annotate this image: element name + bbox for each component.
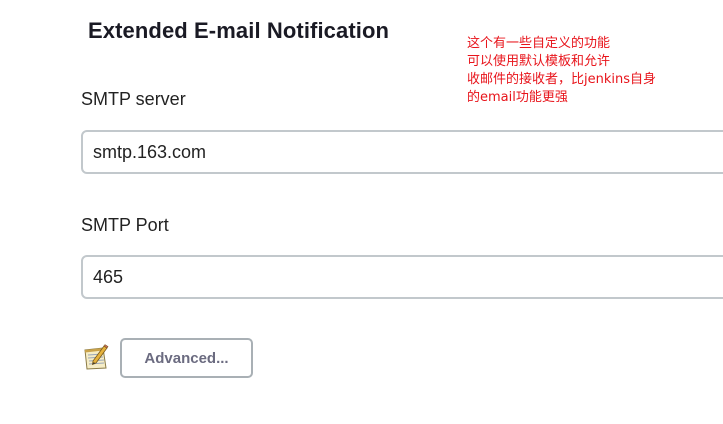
annotation-line: 可以使用默认模板和允许	[467, 54, 611, 69]
smtp-server-input[interactable]	[81, 130, 723, 174]
section-title: Extended E-mail Notification	[88, 18, 390, 43]
email-notification-config: Extended E-mail Notification 这个有一些自定义的功能…	[0, 0, 723, 424]
annotation-line: 这个有一些自定义的功能	[467, 36, 611, 51]
smtp-port-label: SMTP Port	[81, 215, 169, 235]
advanced-button[interactable]: Advanced...	[120, 338, 253, 378]
annotation-line: 的email功能更强	[467, 90, 568, 105]
annotation-note: 这个有一些自定义的功能 可以使用默认模板和允许 收邮件的接收者，比jenkins…	[467, 35, 717, 107]
notepad-icon[interactable]	[82, 343, 110, 371]
smtp-port-input[interactable]	[81, 255, 723, 299]
smtp-server-label: SMTP server	[81, 89, 186, 109]
annotation-line: 收邮件的接收者，比jenkins自身	[467, 72, 657, 87]
